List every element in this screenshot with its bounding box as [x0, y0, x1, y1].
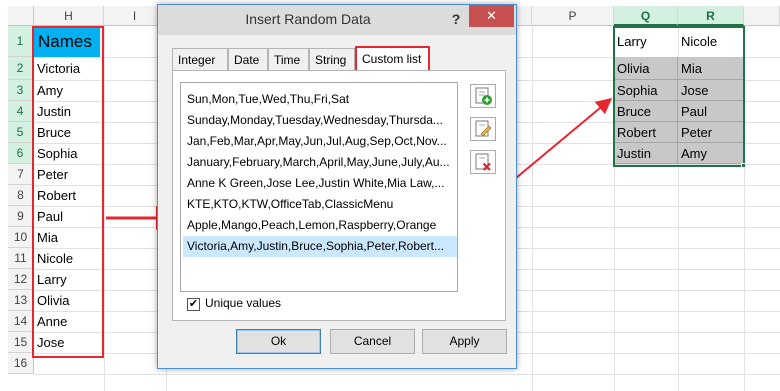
cancel-button[interactable]: Cancel [330, 329, 415, 354]
unique-values-checkbox[interactable]: ✔ [187, 298, 200, 311]
edit-icon [475, 120, 492, 137]
list-item[interactable]: January,February,March,April,May,June,Ju… [183, 152, 457, 173]
list-item[interactable]: Sunday,Monday,Tuesday,Wednesday,Thursda.… [183, 110, 457, 131]
delete-list-button[interactable] [470, 150, 496, 174]
edit-list-button[interactable] [470, 117, 496, 141]
custom-list-box[interactable]: Sun,Mon,Tue,Wed,Thu,Fri,Sat Sunday,Monday… [180, 82, 458, 292]
list-item[interactable]: KTE,KTO,KTW,OfficeTab,ClassicMenu [183, 194, 457, 215]
tab-custom-list[interactable]: Custom list [355, 46, 430, 70]
tab-time[interactable]: Time [268, 48, 309, 70]
help-button[interactable]: ? [448, 10, 464, 28]
list-item[interactable]: Victoria,Amy,Justin,Bruce,Sophia,Peter,R… [183, 236, 457, 257]
tab-date[interactable]: Date [228, 48, 268, 70]
dialog-titlebar[interactable]: Insert Random Data ? ✕ [158, 5, 516, 35]
tab-string[interactable]: String [309, 48, 355, 70]
list-item[interactable]: Sun,Mon,Tue,Wed,Thu,Fri,Sat [183, 89, 457, 110]
list-item[interactable]: Apple,Mango,Peach,Lemon,Raspberry,Orange [183, 215, 457, 236]
dialog-title: Insert Random Data [245, 11, 371, 27]
custom-list-panel: Sun,Mon,Tue,Wed,Thu,Fri,Sat Sunday,Monday… [172, 70, 506, 321]
checkmark-icon: ✔ [188, 298, 199, 310]
add-icon [475, 87, 492, 105]
delete-icon [475, 153, 491, 171]
list-item[interactable]: Anne K Green,Jose Lee,Justin White,Mia L… [183, 173, 457, 194]
apply-button[interactable]: Apply [422, 329, 507, 354]
list-item[interactable]: Jan,Feb,Mar,Apr,May,Jun,Jul,Aug,Sep,Oct,… [183, 131, 457, 152]
add-list-button[interactable] [470, 84, 496, 108]
insert-random-data-dialog: Insert Random Data ? ✕ Integer Date Time… [157, 4, 517, 369]
tab-integer[interactable]: Integer [172, 48, 228, 70]
unique-values-label: Unique values [205, 296, 282, 310]
close-button[interactable]: ✕ [469, 5, 514, 27]
ok-button[interactable]: Ok [236, 329, 321, 354]
